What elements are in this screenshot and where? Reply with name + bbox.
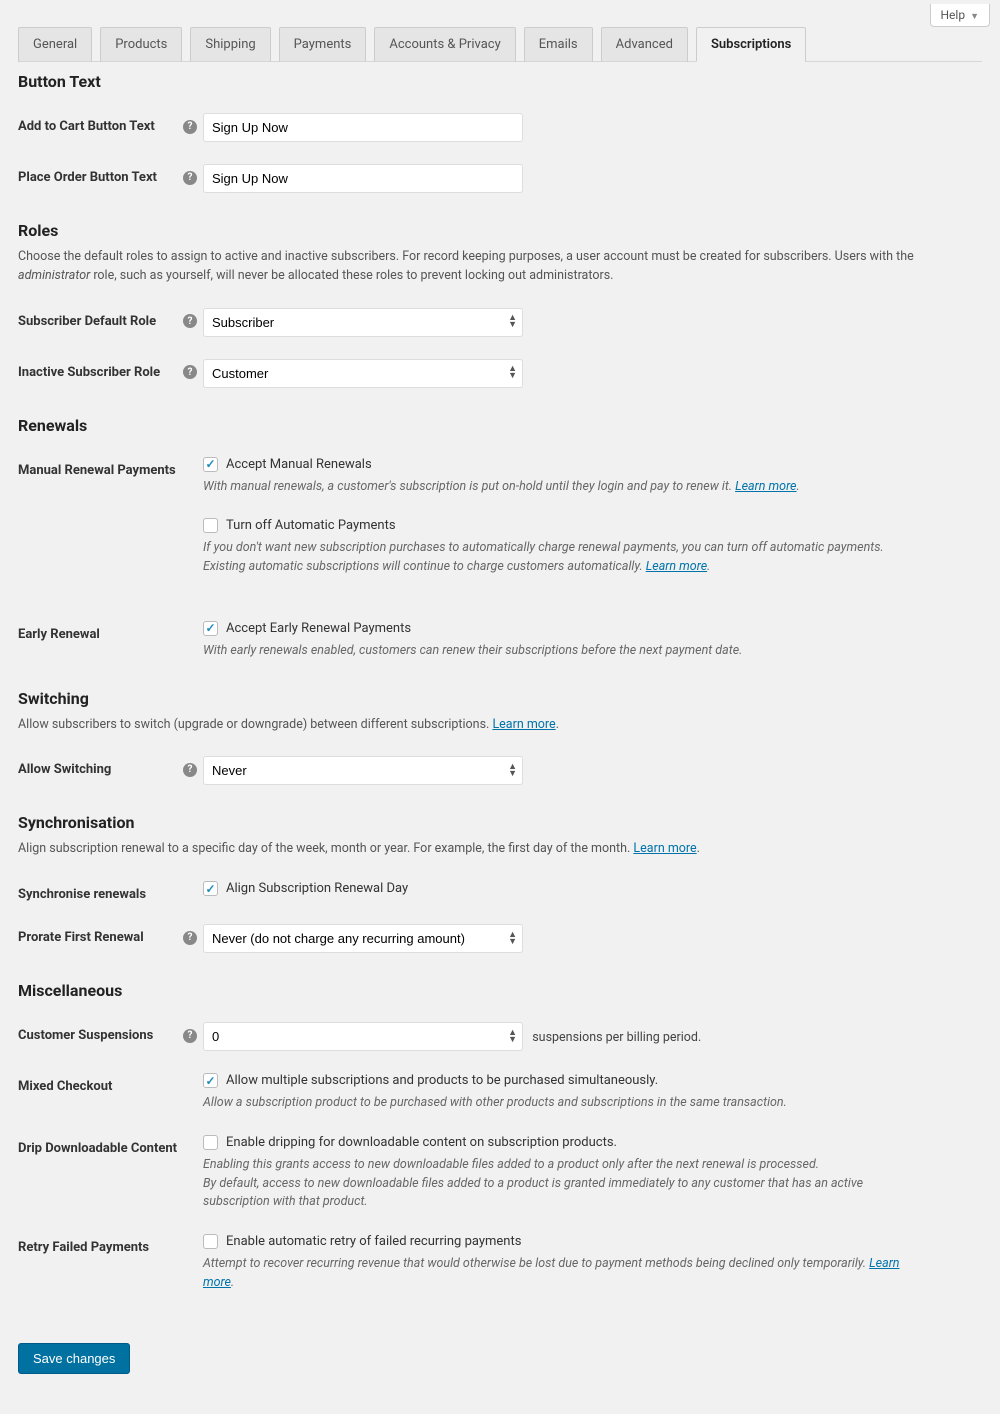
turn-off-auto-desc: If you don't want new subscription purch…: [203, 539, 923, 577]
help-icon[interactable]: ?: [183, 314, 197, 328]
align-renewal-label: Align Subscription Renewal Day: [226, 881, 408, 896]
tab-general[interactable]: General: [18, 27, 92, 62]
help-icon[interactable]: ?: [183, 1029, 197, 1043]
manual-renewal-desc: With manual renewals, a customer's subsc…: [203, 478, 923, 497]
turn-off-auto-checkbox[interactable]: [203, 518, 218, 533]
section-misc-title: Miscellaneous: [18, 981, 982, 1000]
accept-manual-renewals-label: Accept Manual Renewals: [226, 457, 372, 472]
help-icon[interactable]: ?: [183, 763, 197, 777]
manual-renewal-label: Manual Renewal Payments: [18, 463, 176, 478]
help-icon[interactable]: ?: [183, 931, 197, 945]
allow-switching-label: Allow Switching: [18, 762, 111, 777]
settings-tabs: GeneralProductsShipping PaymentsAccounts …: [18, 27, 982, 62]
section-sync-title: Synchronisation: [18, 813, 982, 832]
default-role-select[interactable]: Subscriber: [203, 308, 523, 337]
tab-payments[interactable]: Payments: [279, 27, 367, 62]
accept-manual-renewals-checkbox[interactable]: [203, 457, 218, 472]
drip-desc: Enabling this grants access to new downl…: [203, 1156, 923, 1212]
tab-emails[interactable]: Emails: [524, 27, 593, 62]
accept-early-renewal-label: Accept Early Renewal Payments: [226, 621, 411, 636]
tab-advanced[interactable]: Advanced: [601, 27, 688, 62]
section-renewals-title: Renewals: [18, 416, 982, 435]
help-label: Help: [941, 8, 966, 22]
save-changes-button[interactable]: Save changes: [18, 1343, 130, 1374]
retry-check-label: Enable automatic retry of failed recurri…: [226, 1234, 521, 1249]
place-order-label: Place Order Button Text: [18, 170, 157, 185]
suspensions-suffix: suspensions per billing period.: [532, 1030, 701, 1045]
mixed-checkout-desc: Allow a subscription product to be purch…: [203, 1094, 923, 1113]
retry-desc: Attempt to recover recurring revenue tha…: [203, 1255, 923, 1293]
learn-more-link[interactable]: Learn more: [735, 479, 796, 494]
section-roles-title: Roles: [18, 221, 982, 240]
turn-off-auto-label: Turn off Automatic Payments: [226, 518, 396, 533]
prorate-select[interactable]: Never (do not charge any recurring amoun…: [203, 924, 523, 953]
suspensions-label: Customer Suspensions: [18, 1028, 153, 1043]
sync-renewals-label: Synchronise renewals: [18, 887, 146, 902]
chevron-down-icon: ▼: [970, 12, 979, 22]
drip-checkbox[interactable]: [203, 1135, 218, 1150]
drip-check-label: Enable dripping for downloadable content…: [226, 1135, 617, 1150]
inactive-role-select[interactable]: Customer: [203, 359, 523, 388]
place-order-input[interactable]: [203, 164, 523, 193]
learn-more-link[interactable]: Learn more: [492, 717, 555, 732]
early-renewal-desc: With early renewals enabled, customers c…: [203, 642, 923, 661]
add-to-cart-label: Add to Cart Button Text: [18, 119, 155, 134]
mixed-checkout-label: Mixed Checkout: [18, 1079, 112, 1094]
retry-checkbox[interactable]: [203, 1234, 218, 1249]
early-renewal-label: Early Renewal: [18, 627, 100, 642]
help-icon[interactable]: ?: [183, 365, 197, 379]
align-renewal-checkbox[interactable]: [203, 881, 218, 896]
mixed-checkout-checkbox[interactable]: [203, 1073, 218, 1088]
learn-more-link[interactable]: Learn more: [633, 841, 696, 856]
prorate-label: Prorate First Renewal: [18, 930, 144, 945]
inactive-role-label: Inactive Subscriber Role: [18, 365, 160, 380]
add-to-cart-input[interactable]: [203, 113, 523, 142]
allow-switching-select[interactable]: Never: [203, 756, 523, 785]
tab-products[interactable]: Products: [100, 27, 182, 62]
section-switching-title: Switching: [18, 689, 982, 708]
help-icon[interactable]: ?: [183, 171, 197, 185]
help-dropdown[interactable]: Help ▼: [930, 4, 991, 27]
learn-more-link[interactable]: Learn more: [646, 559, 707, 574]
drip-label: Drip Downloadable Content: [18, 1141, 177, 1156]
sync-desc: Align subscription renewal to a specific…: [18, 840, 982, 859]
tab-accounts-privacy[interactable]: Accounts & Privacy: [374, 27, 515, 62]
tab-shipping[interactable]: Shipping: [190, 27, 270, 62]
default-role-label: Subscriber Default Role: [18, 314, 156, 329]
mixed-checkout-check-label: Allow multiple subscriptions and product…: [226, 1073, 658, 1088]
switching-desc: Allow subscribers to switch (upgrade or …: [18, 716, 982, 735]
retry-label: Retry Failed Payments: [18, 1240, 149, 1255]
section-button-text-title: Button Text: [18, 72, 982, 91]
roles-description: Choose the default roles to assign to ac…: [18, 248, 982, 286]
number-spinner-icon[interactable]: ▲▼: [508, 1030, 517, 1044]
tab-subscriptions[interactable]: Subscriptions: [696, 27, 806, 62]
suspensions-input[interactable]: [203, 1022, 523, 1051]
help-icon[interactable]: ?: [183, 120, 197, 134]
accept-early-renewal-checkbox[interactable]: [203, 621, 218, 636]
